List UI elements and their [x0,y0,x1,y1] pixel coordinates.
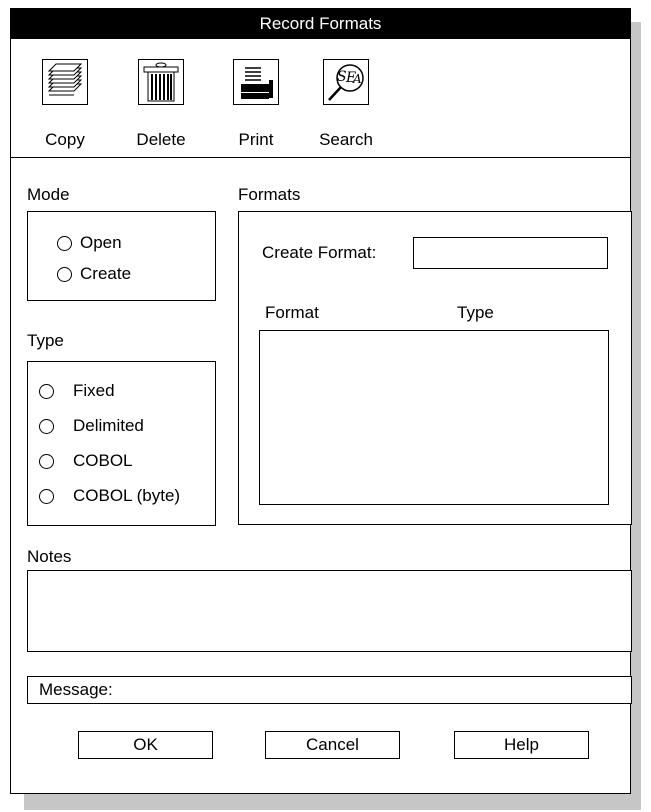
formats-group: Create Format: Format Type [238,211,632,525]
notes-textarea[interactable] [27,570,632,652]
trash-can-icon [138,59,184,105]
delete-button[interactable]: Delete [123,59,199,150]
mode-open-label: Open [80,233,122,252]
type-label: Type [27,331,64,350]
search-icon: S E A [323,59,369,105]
column-header-type: Type [457,303,494,322]
type-group: Fixed Delimited COBOL COBOL (byte) [27,361,216,526]
copy-label: Copy [45,130,85,149]
radio-circle [39,453,54,469]
svg-text:A: A [352,72,362,86]
type-delimited-label: Delimited [73,416,144,435]
type-delimited-radio[interactable]: Delimited [39,416,144,436]
title-bar: Record Formats [11,9,630,39]
notes-label: Notes [27,547,72,566]
printer-icon [233,59,279,105]
type-cobol-byte-radio[interactable]: COBOL (byte) [39,486,180,506]
copy-button[interactable]: Copy [27,59,103,150]
radio-circle [39,488,54,504]
create-format-label: Create Format: [262,243,377,262]
mode-group: Open Create [27,211,216,301]
record-formats-dialog: Record Formats Copy Delete Print S E A S… [10,8,632,794]
toolbar-divider [11,157,630,158]
mode-label: Mode [27,185,70,204]
print-label: Print [238,130,274,149]
search-button[interactable]: S E A Search [308,59,384,150]
message-bar: Message: [27,676,632,704]
mode-open-radio[interactable]: Open [57,233,122,253]
type-cobol-byte-label: COBOL (byte) [73,486,181,505]
copy-icon [42,59,88,105]
help-button[interactable]: Help [454,731,589,759]
formats-label: Formats [238,185,301,204]
type-cobol-label: COBOL [73,451,133,470]
type-fixed-radio[interactable]: Fixed [39,381,115,401]
type-fixed-label: Fixed [73,381,115,400]
create-format-input[interactable] [413,237,608,269]
search-label: Search [319,130,373,149]
formats-list[interactable] [259,330,609,505]
mode-create-radio[interactable]: Create [57,264,131,284]
column-header-format: Format [265,303,319,322]
radio-circle [57,266,72,282]
ok-button[interactable]: OK [78,731,213,759]
cancel-button[interactable]: Cancel [265,731,400,759]
type-cobol-radio[interactable]: COBOL [39,451,133,471]
mode-create-label: Create [80,264,132,283]
radio-circle [39,418,54,434]
radio-circle [57,235,72,251]
message-label: Message: [39,680,113,699]
delete-label: Delete [136,130,186,149]
radio-circle [39,383,54,399]
print-button[interactable]: Print [218,59,294,150]
